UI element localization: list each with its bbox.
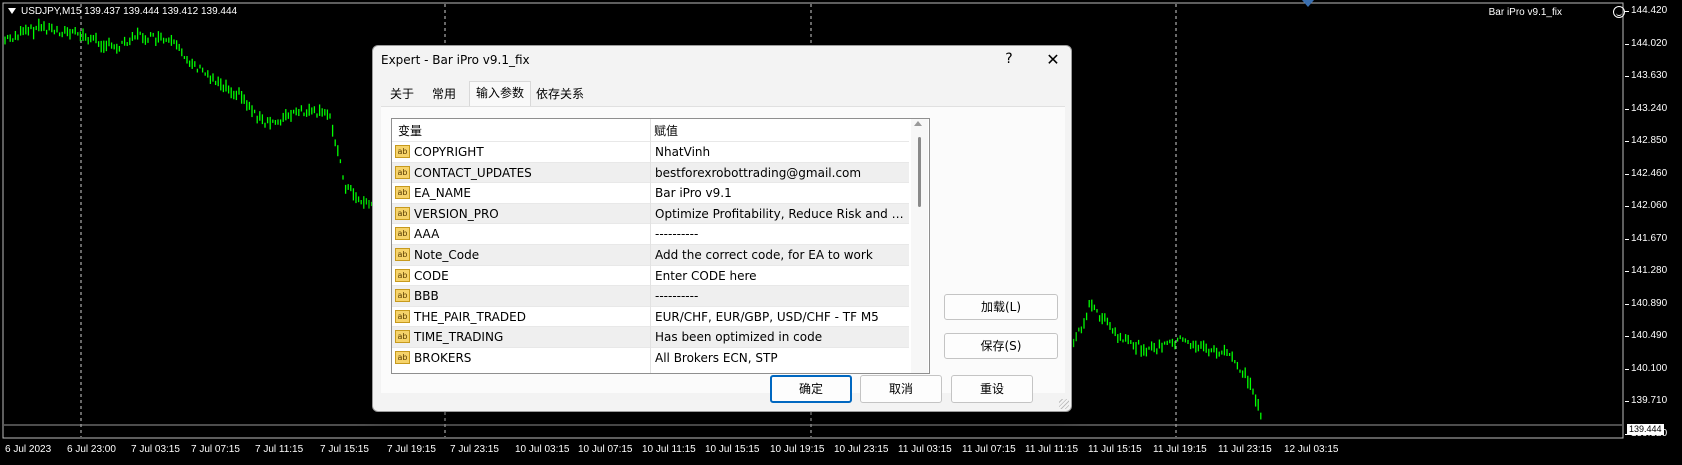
price-tick: 140.490: [1624, 330, 1668, 341]
param-name: EA_NAME: [414, 186, 471, 201]
scroll-up-arrow-icon[interactable]: [914, 121, 922, 126]
price-tick: 142.460: [1624, 167, 1668, 179]
price-tick: 143.240: [1624, 102, 1668, 114]
price-tick: 142.850: [1624, 135, 1668, 146]
param-value[interactable]: ----------: [655, 289, 905, 303]
string-type-icon: ab: [395, 165, 410, 179]
price-tick: 140.890: [1624, 297, 1668, 309]
time-tick: 7 Jul 15:15: [320, 444, 369, 455]
dialog-title: Expert - Bar iPro v9.1_fix: [381, 53, 530, 67]
time-tick: 11 Jul 23:15: [1218, 444, 1272, 455]
ea-status-smile-icon[interactable]: [1613, 6, 1625, 18]
string-type-icon: ab: [395, 309, 410, 323]
scrollbar-thumb[interactable]: [918, 137, 921, 207]
tab-about[interactable]: 关于: [385, 84, 419, 104]
param-name: BBB: [414, 289, 439, 304]
time-tick: 7 Jul 07:15: [191, 444, 240, 455]
help-button[interactable]: ?: [999, 51, 1019, 71]
ok-button[interactable]: 确定: [770, 375, 852, 403]
parameters-grid[interactable]: 变量 赋值 ab COPYRIGHT NhatVinh ab CONTACT_UPDAT…: [391, 118, 930, 374]
price-tick: 142.060: [1624, 200, 1668, 211]
string-type-icon: ab: [395, 289, 410, 303]
string-type-icon: ab: [395, 268, 410, 282]
dropdown-triangle-icon[interactable]: [8, 8, 16, 15]
string-type-icon: ab: [395, 227, 410, 241]
time-tick: 10 Jul 07:15: [578, 444, 633, 455]
tab-dependencies[interactable]: 依存关系: [531, 84, 589, 104]
string-type-icon: ab: [395, 330, 410, 344]
string-type-icon: ab: [395, 206, 410, 220]
param-name: VERSION_PRO: [414, 206, 499, 221]
time-tick: 12 Jul 03:15: [1284, 444, 1339, 455]
price-tick: 141.280: [1624, 265, 1668, 276]
current-price-label: 139.444: [1627, 424, 1664, 435]
param-value[interactable]: All Brokers ECN, STP: [655, 351, 905, 365]
param-name: TIME_TRADING: [414, 330, 504, 345]
time-tick: 11 Jul 07:15: [962, 444, 1016, 455]
load-button[interactable]: 加载(L): [944, 294, 1058, 320]
expert-dialog: Expert - Bar iPro v9.1_fix ? ✕ 关于 常用 输入参…: [372, 45, 1072, 412]
resize-grip-icon[interactable]: [1059, 399, 1069, 409]
symbol-label: USDJPY,M15 139.437 139.444 139.412 139.4…: [8, 6, 237, 17]
tab-inputs[interactable]: 输入参数: [469, 81, 531, 106]
price-tick: 143.630: [1624, 70, 1668, 81]
param-name: Note_Code: [414, 248, 480, 262]
string-type-icon: ab: [395, 145, 410, 158]
time-tick: 11 Jul 03:15: [898, 444, 952, 455]
reset-button[interactable]: 重设: [951, 375, 1033, 403]
column-value[interactable]: 赋值: [654, 122, 678, 139]
save-button[interactable]: 保存(S): [944, 333, 1058, 359]
time-tick: 11 Jul 19:15: [1153, 444, 1207, 455]
time-tick: 7 Jul 19:15: [387, 444, 436, 455]
time-tick: 7 Jul 03:15: [131, 444, 180, 455]
param-value[interactable]: Enter CODE here: [655, 269, 905, 283]
price-tick: 144.020: [1624, 37, 1668, 49]
price-tick: 139.710: [1624, 395, 1668, 406]
shift-marker-icon[interactable]: [1302, 0, 1314, 7]
cancel-button[interactable]: 取消: [860, 375, 942, 403]
string-type-icon: ab: [395, 186, 410, 200]
price-scale[interactable]: 144.420 144.020 143.630 143.240 142.850 142.4…: [1624, 0, 1682, 440]
time-tick: 10 Jul 15:15: [705, 444, 760, 455]
time-tick: 11 Jul 15:15: [1088, 444, 1142, 455]
price-tick: 140.100: [1624, 362, 1668, 374]
time-tick: 10 Jul 11:15: [642, 444, 696, 455]
time-tick: 10 Jul 03:15: [515, 444, 570, 455]
param-value[interactable]: Optimize Profitability, Reduce Risk and …: [655, 207, 905, 221]
param-value[interactable]: Add the correct code, for EA to work: [655, 248, 905, 262]
param-value[interactable]: Has been optimized in code: [655, 330, 905, 344]
ea-name-label: Bar iPro v9.1_fix: [1488, 7, 1562, 18]
column-divider: [650, 119, 651, 373]
param-value[interactable]: bestforexrobottrading@gmail.com: [655, 166, 905, 180]
param-value[interactable]: NhatVinh: [655, 145, 905, 159]
string-type-icon: ab: [395, 351, 410, 364]
param-name: BROKERS: [414, 351, 472, 365]
column-variable[interactable]: 变量: [398, 122, 422, 139]
param-value[interactable]: Bar iPro v9.1: [655, 186, 905, 200]
time-tick: 10 Jul 19:15: [770, 444, 825, 455]
param-value[interactable]: EUR/CHF, EUR/GBP, USD/CHF - TF M5: [655, 310, 905, 324]
param-value[interactable]: ----------: [655, 227, 905, 241]
close-icon[interactable]: ✕: [1042, 50, 1064, 72]
time-tick: 7 Jul 11:15: [255, 444, 304, 455]
param-name: CONTACT_UPDATES: [414, 165, 532, 180]
param-name: THE_PAIR_TRADED: [414, 309, 526, 324]
time-tick: 6 Jul 2023: [5, 444, 52, 455]
time-tick: 10 Jul 23:15: [834, 444, 889, 455]
price-tick: 144.420: [1624, 5, 1668, 16]
time-tick: 6 Jul 23:00: [67, 444, 116, 455]
time-tick: 11 Jul 11:15: [1025, 444, 1079, 455]
param-name: AAA: [414, 227, 440, 242]
tab-common[interactable]: 常用: [427, 84, 461, 104]
time-scale[interactable]: 6 Jul 2023 6 Jul 23:00 7 Jul 03:15 7 Jul 07…: [0, 440, 1625, 465]
time-tick: 7 Jul 23:15: [450, 444, 499, 455]
price-tick: 141.670: [1624, 232, 1668, 244]
vertical-scrollbar[interactable]: [911, 119, 928, 373]
param-name: CODE: [414, 268, 449, 283]
string-type-icon: ab: [395, 248, 410, 261]
param-name: COPYRIGHT: [414, 145, 484, 159]
symbol-text: USDJPY,M15 139.437 139.444 139.412 139.4…: [21, 6, 238, 17]
